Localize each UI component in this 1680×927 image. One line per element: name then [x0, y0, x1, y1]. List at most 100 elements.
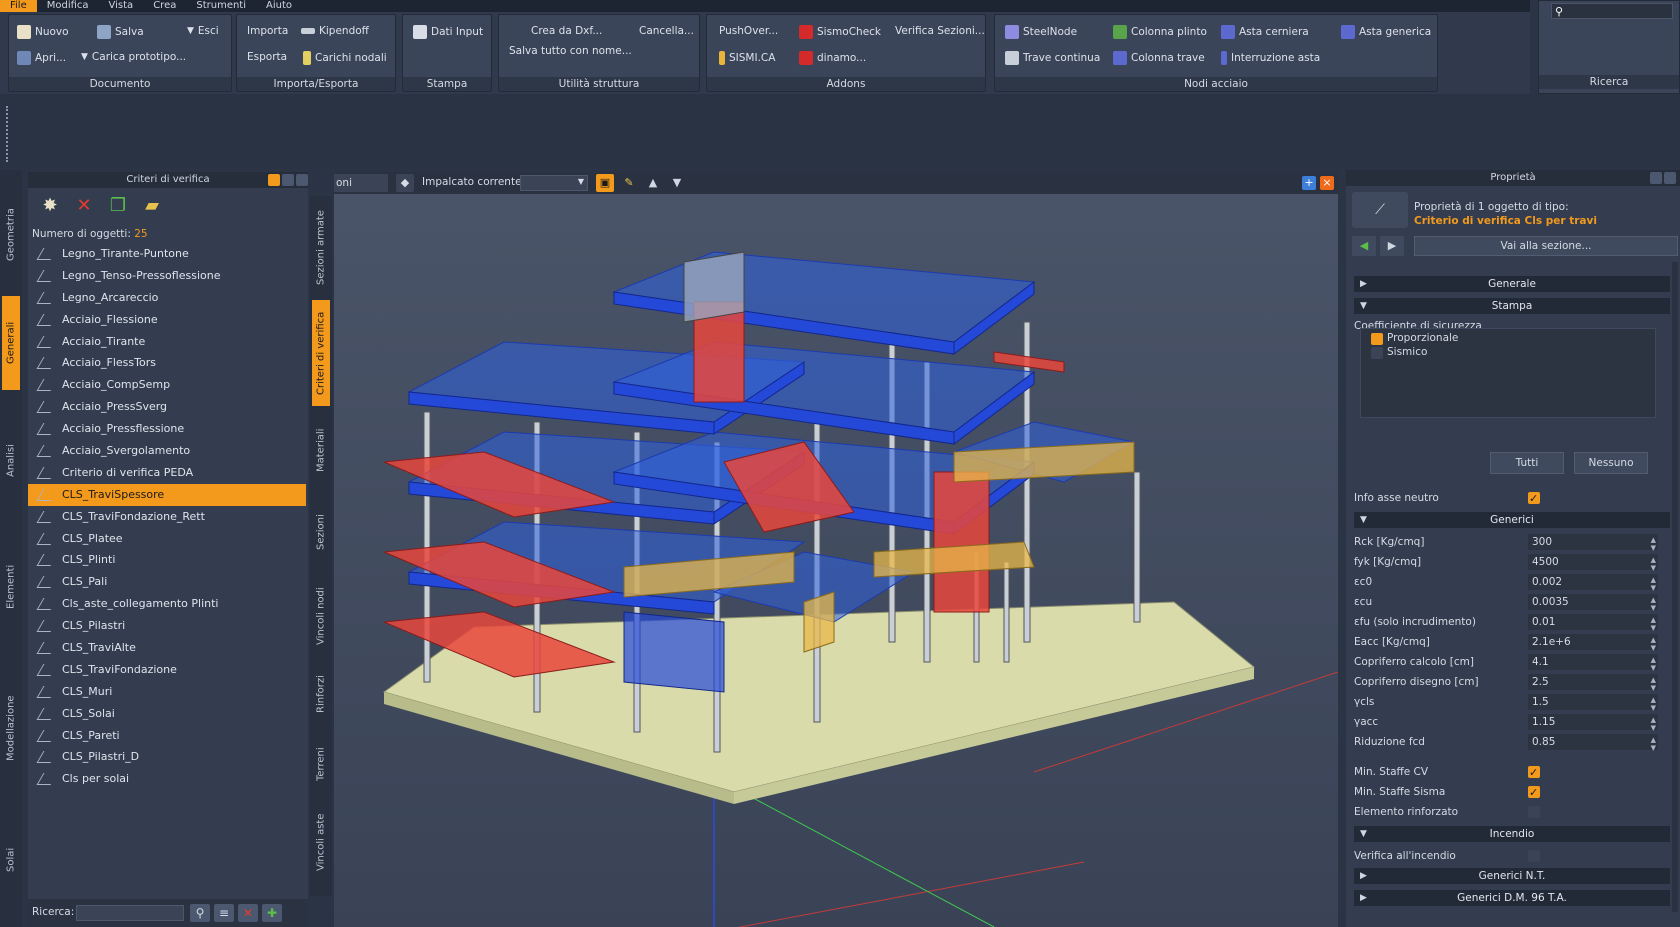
esci-button[interactable]: ▼ Esci	[187, 25, 219, 37]
proporzionale-checkbox[interactable]	[1371, 333, 1383, 345]
list-item[interactable]: CLS_Solai	[28, 703, 306, 725]
list-item[interactable]: Acciaio_CompSemp	[28, 374, 306, 396]
crea-dxf-button[interactable]: Crea da Dxf...	[531, 25, 602, 37]
property-value-input[interactable]: 2.5 ▲ ▼	[1528, 674, 1658, 692]
section-generale[interactable]: ▶ Generale	[1354, 276, 1670, 292]
tab-sezioni[interactable]: Sezioni	[312, 494, 330, 570]
tab-criteri-verifica[interactable]: Criteri di verifica	[312, 300, 330, 406]
property-value-input[interactable]: 4.1 ▲ ▼	[1528, 654, 1658, 672]
spinner-icon[interactable]: ▲ ▼	[1651, 696, 1656, 712]
steelnode-button[interactable]: SteelNode	[1005, 25, 1077, 39]
clear-icon[interactable]: ✕	[238, 904, 258, 922]
carica-prototipo-button[interactable]: ▼ Carica prototipo...	[81, 51, 186, 63]
sismico-checkbox[interactable]	[1371, 347, 1383, 359]
float-icon[interactable]	[282, 174, 294, 186]
back-icon[interactable]: ◀	[1352, 236, 1376, 256]
list-item[interactable]: CLS_Pilastri_D	[28, 746, 306, 768]
toolbar-grip[interactable]	[6, 106, 10, 162]
list-item[interactable]: CLS_Muri	[28, 681, 306, 703]
property-value-input[interactable]: 0.01 ▲ ▼	[1528, 614, 1658, 632]
min-staffe-sisma-checkbox[interactable]	[1528, 783, 1540, 803]
copy-icon[interactable]: ❐	[106, 194, 130, 218]
nuovo-button[interactable]: Nuovo	[17, 25, 69, 39]
property-value-input[interactable]: 1.5 ▲ ▼	[1528, 694, 1658, 712]
property-value-input[interactable]: 0.85 ▲ ▼	[1528, 734, 1658, 752]
find-icon[interactable]: ⚲	[190, 904, 210, 922]
delete-icon[interactable]: ✕	[72, 194, 96, 218]
carichi-nodali-button[interactable]: Carichi nodali	[303, 51, 387, 65]
menu-strumenti[interactable]: Strumenti	[186, 0, 256, 12]
verifica-sezioni-button[interactable]: Verifica Sezioni...	[895, 25, 985, 37]
new-object-icon[interactable]: ✸	[38, 194, 62, 218]
list-item[interactable]: CLS_Pali	[28, 571, 306, 593]
list-item[interactable]: CLS_Plinti	[28, 549, 306, 571]
menu-vista[interactable]: Vista	[99, 0, 144, 12]
spinner-icon[interactable]: ▲ ▼	[1651, 636, 1656, 652]
list-item[interactable]: Acciaio_FlessTors	[28, 352, 306, 374]
tab-analisi[interactable]: Analisi	[2, 406, 20, 516]
list-item[interactable]: Legno_Arcareccio	[28, 287, 306, 309]
salva-button[interactable]: Salva	[97, 25, 144, 39]
property-value-input[interactable]: 0.0035 ▲ ▼	[1528, 594, 1658, 612]
list-item[interactable]: CLS_Platee	[28, 528, 306, 550]
tab-modellazione[interactable]: Modellazione	[2, 660, 20, 796]
list-item[interactable]: Criterio di verifica PEDA	[28, 462, 306, 484]
nessuno-button[interactable]: Nessuno	[1574, 452, 1648, 474]
pushover-button[interactable]: PushOver...	[719, 25, 778, 37]
colonna-plinto-button[interactable]: Colonna plinto	[1113, 25, 1207, 39]
spinner-icon[interactable]: ▲ ▼	[1651, 596, 1656, 612]
interruzione-asta-button[interactable]: Interruzione asta	[1221, 51, 1320, 65]
list-item[interactable]: CLS_TraviSpessore	[28, 483, 306, 506]
spinner-icon[interactable]: ▲ ▼	[1651, 556, 1656, 572]
spinner-icon[interactable]: ▲ ▼	[1651, 676, 1656, 692]
filter-icon[interactable]: ≡	[214, 904, 234, 922]
colonna-trave-button[interactable]: Colonna trave	[1113, 51, 1205, 65]
tab-sezioni-armate[interactable]: Sezioni armate	[312, 200, 330, 296]
list-item[interactable]: Legno_Tirante-Puntone	[28, 243, 306, 265]
folder-icon[interactable]: ▰	[140, 194, 164, 218]
list-search-input[interactable]	[76, 905, 184, 921]
list-item[interactable]: Acciaio_Svergolamento	[28, 440, 306, 462]
cancella-button[interactable]: Cancella...	[639, 25, 694, 37]
verifica-incendio-checkbox[interactable]	[1528, 850, 1540, 862]
list-item[interactable]: CLS_TraviAlte	[28, 637, 306, 659]
min-staffe-cv-checkbox[interactable]	[1528, 763, 1540, 783]
section-generici-nt[interactable]: ▶ Generici N.T.	[1354, 868, 1670, 884]
asta-generica-button[interactable]: Asta generica	[1341, 25, 1431, 39]
section-generici[interactable]: ▼ Generici	[1354, 512, 1670, 528]
menu-file[interactable]: File	[0, 0, 37, 12]
apri-button[interactable]: Apri...	[17, 51, 66, 65]
esporta-button[interactable]: Esporta	[247, 51, 287, 63]
property-value-input[interactable]: 1.15 ▲ ▼	[1528, 714, 1658, 732]
elemento-rinforzato-checkbox[interactable]	[1528, 806, 1540, 818]
property-value-input[interactable]: 2.1e+6 ▲ ▼	[1528, 634, 1658, 652]
menu-aiuto[interactable]: Aiuto	[256, 0, 302, 12]
importa-button[interactable]: Importa	[247, 25, 288, 37]
dati-input-button[interactable]: Dati Input	[413, 25, 483, 39]
tab-terreni[interactable]: Terreni	[312, 732, 330, 796]
spinner-icon[interactable]: ▲ ▼	[1651, 656, 1656, 672]
tab-generali[interactable]: Generali	[2, 296, 20, 390]
list-item[interactable]: CLS_Pilastri	[28, 615, 306, 637]
add-icon[interactable]: ✚	[262, 904, 282, 922]
list-item[interactable]: CLS_Pareti	[28, 725, 306, 747]
close-icon[interactable]	[296, 174, 308, 186]
float-icon[interactable]	[1650, 172, 1662, 184]
section-incendio[interactable]: ▼ Incendio	[1354, 826, 1670, 842]
pin-icon[interactable]	[268, 174, 280, 186]
dinamo-button[interactable]: dinamo...	[799, 51, 866, 65]
spinner-icon[interactable]: ▲ ▼	[1651, 716, 1656, 732]
search-input[interactable]: ⚲	[1551, 3, 1673, 19]
tab-vincoli-nodi[interactable]: Vincoli nodi	[312, 576, 330, 656]
forward-icon[interactable]: ▶	[1380, 236, 1404, 256]
sismocheck-button[interactable]: SismoCheck	[799, 25, 881, 39]
list-item[interactable]: Acciaio_Pressflessione	[28, 418, 306, 440]
list-item[interactable]: Legno_Tenso-Pressoflessione	[28, 265, 306, 287]
properties-scrollbar[interactable]	[1672, 262, 1678, 912]
spinner-icon[interactable]: ▲ ▼	[1651, 536, 1656, 552]
tab-geometria[interactable]: Geometria	[2, 190, 20, 280]
salva-tutto-button[interactable]: Salva tutto con nome...	[509, 45, 632, 57]
tab-materiali[interactable]: Materiali	[312, 412, 330, 488]
tutti-button[interactable]: Tutti	[1490, 452, 1564, 474]
menu-modifica[interactable]: Modifica	[37, 0, 99, 12]
